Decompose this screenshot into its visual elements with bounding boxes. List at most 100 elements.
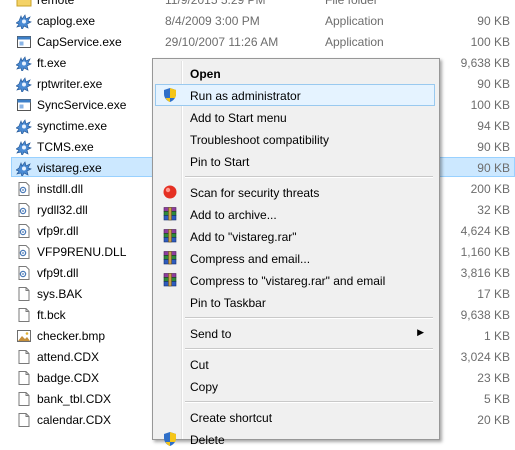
menu-item-send-to[interactable]: Send to ▶	[155, 322, 435, 344]
menu-item-run-as-administrator[interactable]: Run as administrator	[155, 84, 435, 106]
menu-item-label: Delete	[190, 433, 225, 447]
file-size: 100 KB	[470, 35, 510, 49]
menu-item-label: Add to "vistareg.rar"	[190, 230, 297, 244]
menu-separator	[185, 317, 433, 319]
menu-item-create-shortcut[interactable]: Create shortcut	[155, 406, 435, 428]
file-size: 9,638 KB	[460, 308, 510, 322]
menu-item-label: Compress to "vistareg.rar" and email	[190, 274, 386, 288]
menu-item-pin-to-start[interactable]: Pin to Start	[155, 150, 435, 172]
file-size: 4,624 KB	[460, 224, 510, 238]
menu-item-label: Add to archive...	[190, 208, 277, 222]
file-size: 3,816 KB	[460, 266, 510, 280]
antivirus-icon	[162, 184, 178, 200]
folder-icon	[16, 0, 32, 8]
exe-window-icon	[16, 97, 32, 113]
exe-gear-icon	[15, 13, 32, 32]
file-size: 100 KB	[470, 98, 510, 112]
menu-item-label: Run as administrator	[190, 89, 301, 103]
menu-item-troubleshoot-compatibility[interactable]: Troubleshoot compatibility	[155, 128, 435, 150]
menu-item-label: Compress and email...	[190, 252, 311, 266]
menu-item-add-to-archive[interactable]: Add to archive...	[155, 203, 435, 225]
menu-item-label: Pin to Start	[190, 155, 250, 169]
dll-icon	[16, 223, 32, 239]
submenu-arrow-icon: ▶	[417, 327, 424, 337]
uac-shield-icon	[162, 87, 178, 103]
exe-gear-icon	[15, 160, 32, 179]
exe-window-icon	[16, 34, 32, 50]
winrar-icon	[162, 206, 178, 222]
menu-item-copy[interactable]: Copy	[155, 375, 435, 397]
file-name: rptwriter.exe	[37, 77, 103, 91]
file-type: File folder	[325, 0, 378, 7]
file-size: 32 KB	[477, 203, 510, 217]
file-name: synctime.exe	[37, 119, 108, 133]
menu-item-label: Open	[190, 67, 221, 81]
file-name: vistareg.exe	[37, 161, 102, 175]
context-menu: Open Run as administrator Add to Start men…	[152, 58, 440, 447]
menu-item-add-to-start-menu[interactable]: Add to Start menu	[155, 106, 435, 128]
menu-item-label: Scan for security threats	[190, 186, 320, 200]
menu-item-compress-and-email[interactable]: Compress and email...	[155, 247, 435, 269]
file-name: vfp9r.dll	[37, 224, 79, 238]
file-size: 9,638 KB	[460, 56, 510, 70]
menu-item-label: Create shortcut	[190, 411, 273, 425]
file-date: 11/9/2015 5:29 PM	[165, 0, 266, 7]
file-name: calendar.CDX	[37, 413, 112, 427]
winrar-icon	[162, 228, 178, 244]
file-size: 90 KB	[477, 77, 510, 91]
file-name: SyncService.exe	[37, 98, 127, 112]
file-size: 94 KB	[477, 119, 510, 133]
file-row[interactable]: caplog.exe 8/4/2009 3:00 PM Application 90 …	[11, 10, 515, 32]
file-size: 90 KB	[477, 161, 510, 175]
file-name: caplog.exe	[37, 14, 96, 28]
file-name: bank_tbl.CDX	[37, 392, 112, 406]
file-date: 8/4/2009 3:00 PM	[165, 14, 260, 28]
menu-item-open[interactable]: Open	[155, 62, 435, 84]
dll-icon	[16, 265, 32, 281]
file-size: 17 KB	[477, 287, 510, 301]
file-icon	[16, 307, 32, 323]
menu-item-label: Send to	[190, 327, 232, 341]
menu-item-compress-to-rar-and-email[interactable]: Compress to "vistareg.rar" and email	[155, 269, 435, 291]
bitmap-icon	[16, 328, 32, 344]
file-size: 1,160 KB	[460, 245, 510, 259]
file-icon	[16, 391, 32, 407]
file-type: Application	[325, 35, 384, 49]
menu-item-add-to-vistareg-rar[interactable]: Add to "vistareg.rar"	[155, 225, 435, 247]
menu-item-pin-to-taskbar[interactable]: Pin to Taskbar	[155, 291, 435, 313]
dll-icon	[16, 244, 32, 260]
menu-item-delete[interactable]: Delete	[155, 428, 435, 450]
menu-separator	[185, 176, 433, 178]
file-type: Application	[325, 14, 384, 28]
uac-shield-icon	[162, 431, 178, 447]
winrar-icon	[162, 272, 178, 288]
file-name: checker.bmp	[37, 329, 106, 343]
file-name: ft.bck	[37, 308, 66, 322]
file-size: 3,024 KB	[460, 350, 510, 364]
file-name: attend.CDX	[37, 350, 100, 364]
file-name: ft.exe	[37, 56, 67, 70]
file-icon	[16, 412, 32, 428]
file-name: vfp9t.dll	[37, 266, 79, 280]
file-size: 23 KB	[477, 371, 510, 385]
menu-separator	[185, 348, 433, 350]
menu-item-scan-for-security-threats[interactable]: Scan for security threats	[155, 181, 435, 203]
menu-item-cut[interactable]: Cut	[155, 353, 435, 375]
file-icon	[16, 349, 32, 365]
menu-item-label: Copy	[190, 380, 219, 394]
exe-gear-icon	[15, 55, 32, 74]
file-size: 90 KB	[477, 14, 510, 28]
file-name: remote	[37, 0, 75, 7]
dll-icon	[16, 202, 32, 218]
file-date: 29/10/2007 11:26 AM	[165, 35, 279, 49]
winrar-icon	[162, 250, 178, 266]
file-name: CapService.exe	[37, 35, 122, 49]
file-name: rydll32.dll	[37, 203, 88, 217]
file-name: instdll.dll	[37, 182, 84, 196]
file-row[interactable]: remote 11/9/2015 5:29 PM File folder	[11, 0, 515, 9]
menu-separator	[185, 401, 433, 403]
file-row[interactable]: CapService.exe 29/10/2007 11:26 AM Applica…	[11, 31, 515, 51]
file-name: TCMS.exe	[37, 140, 94, 154]
file-size: 90 KB	[477, 140, 510, 154]
file-size: 5 KB	[483, 392, 510, 406]
